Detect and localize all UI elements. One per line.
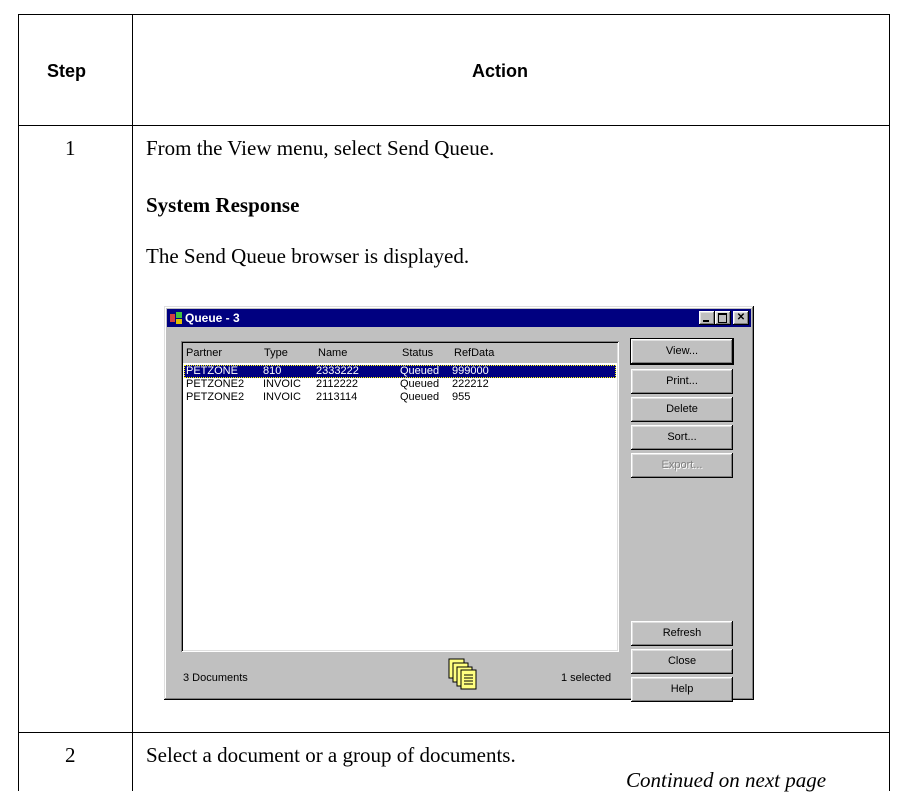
list-header: Partner Type Name Status RefData	[183, 343, 617, 363]
close-window-button[interactable]: ✕	[733, 311, 749, 325]
delete-button[interactable]: Delete	[631, 397, 733, 422]
view-button[interactable]: View...	[631, 339, 733, 364]
close-icon: ✕	[736, 312, 746, 323]
system-response-text: The Send Queue browser is displayed.	[146, 244, 470, 268]
queue-list[interactable]: Partner Type Name Status RefData PETZONE…	[181, 341, 619, 652]
table-left-border	[18, 14, 19, 791]
table-header-divider	[18, 125, 890, 126]
print-button[interactable]: Print...	[631, 369, 733, 394]
minimize-button[interactable]	[699, 311, 715, 325]
step-number-2: 2	[65, 743, 76, 767]
step-1-instruction: From the View menu, select Send Queue.	[146, 136, 495, 160]
table-row-divider	[18, 732, 890, 733]
maximize-button[interactable]	[715, 311, 731, 325]
table-row[interactable]: PETZONE2 INVOIC 2112222 Queued 222212	[184, 378, 616, 391]
col-partner[interactable]: Partner	[186, 347, 222, 359]
maximize-icon	[718, 313, 727, 323]
table-column-divider	[132, 14, 133, 791]
system-response-heading: System Response	[146, 193, 300, 217]
title-bar[interactable]: Queue - 3 ✕	[167, 309, 751, 327]
table-row[interactable]: PETZONE 810 2333222 Queued 999000	[184, 365, 616, 378]
step-number-1: 1	[65, 136, 76, 160]
help-button[interactable]: Help	[631, 677, 733, 702]
table-top-border	[18, 14, 890, 15]
close-button[interactable]: Close	[631, 649, 733, 674]
sort-button[interactable]: Sort...	[631, 425, 733, 450]
documents-icon	[448, 658, 477, 690]
minimize-icon	[703, 320, 709, 322]
col-status[interactable]: Status	[402, 347, 433, 359]
document-count: 3 Documents	[183, 672, 248, 684]
window-title: Queue - 3	[185, 311, 240, 325]
continued-note: Continued on next page	[626, 768, 827, 792]
export-button[interactable]: Export...	[631, 453, 733, 478]
header-action: Action	[472, 61, 528, 81]
col-name[interactable]: Name	[318, 347, 347, 359]
refresh-button[interactable]: Refresh	[631, 621, 733, 646]
step-2-instruction: Select a document or a group of document…	[146, 743, 516, 767]
queue-window: Queue - 3 ✕ Partner Type Name Status Ref…	[164, 306, 754, 702]
col-type[interactable]: Type	[264, 347, 288, 359]
selected-count: 1 selected	[561, 672, 612, 684]
table-row[interactable]: PETZONE2 INVOIC 2113114 Queued 955	[184, 391, 616, 404]
col-refdata[interactable]: RefData	[454, 347, 494, 359]
header-step: Step	[47, 61, 87, 81]
table-right-border	[889, 14, 890, 791]
app-icon	[170, 312, 182, 324]
